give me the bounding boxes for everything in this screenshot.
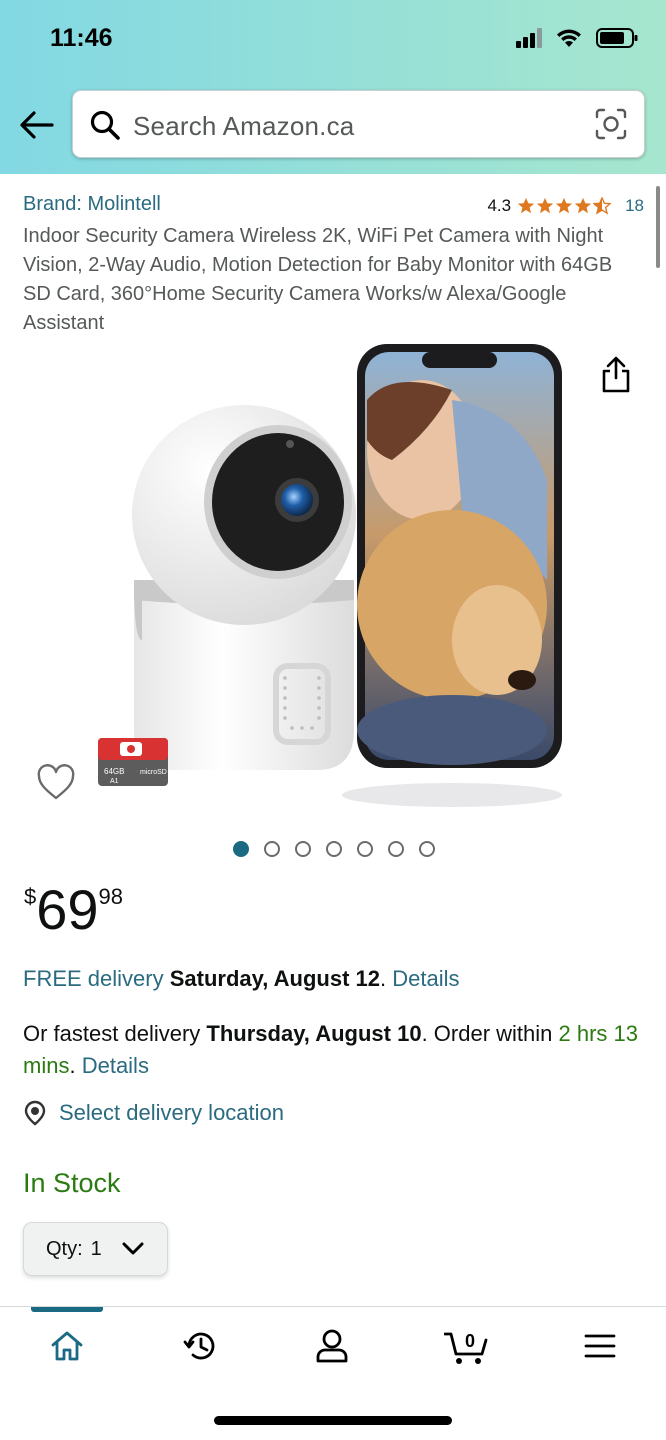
stock-status: In Stock	[23, 1168, 121, 1198]
battery-icon	[596, 28, 638, 48]
price-whole: 69	[36, 878, 99, 941]
status-icons	[516, 28, 638, 48]
status-time: 11:46	[50, 24, 113, 52]
signal-icon	[516, 28, 542, 48]
order-within-text: . Order within	[421, 1021, 553, 1046]
menu-icon	[584, 1334, 616, 1358]
scrollbar[interactable]	[656, 186, 660, 268]
header: 11:46 Search Amazon.ca	[0, 0, 666, 174]
select-location-link[interactable]: Select delivery location	[23, 1100, 284, 1126]
search-input[interactable]: Search Amazon.ca	[72, 90, 645, 158]
fastest-delivery-period: .	[69, 1053, 76, 1078]
search-icon	[90, 110, 120, 140]
account-icon	[316, 1329, 348, 1363]
nav-active-indicator	[31, 1307, 103, 1312]
nav-home[interactable]	[47, 1326, 87, 1366]
nav-cart[interactable]: 0	[444, 1326, 490, 1366]
heart-icon[interactable]	[36, 764, 76, 802]
pagination-dot[interactable]	[388, 841, 404, 857]
search-placeholder: Search Amazon.ca	[133, 111, 355, 141]
quantity-label: Qty:	[46, 1237, 83, 1260]
nav-history[interactable]	[181, 1326, 221, 1366]
nav-menu[interactable]	[580, 1326, 620, 1366]
camera-search-icon[interactable]	[594, 107, 628, 141]
share-icon[interactable]	[600, 356, 632, 394]
fastest-details-link[interactable]: Details	[82, 1053, 149, 1078]
cart-icon: 0	[444, 1331, 488, 1364]
select-location-label: Select delivery location	[59, 1100, 285, 1125]
nav-account[interactable]	[312, 1326, 352, 1366]
sd-card-capacity: 64GB	[104, 767, 124, 776]
pagination-dot[interactable]	[326, 841, 342, 857]
sd-card-type: microSD	[140, 769, 167, 776]
home-icon	[51, 1331, 83, 1361]
pagination-dot[interactable]	[264, 841, 280, 857]
fastest-delivery-date: Thursday, August 10	[206, 1021, 422, 1046]
star-icon	[555, 197, 573, 214]
pagination-dot[interactable]	[419, 841, 435, 857]
rating-value: 4.3	[487, 196, 512, 215]
rating[interactable]: 4.3 18	[487, 196, 644, 216]
pagination-dot-active[interactable]	[233, 841, 249, 857]
half-star-icon	[593, 197, 612, 215]
price-fraction: 98	[98, 884, 124, 909]
fastest-delivery-prefix: Or fastest delivery	[23, 1021, 201, 1046]
price-symbol: $	[24, 884, 37, 909]
pagination-dot[interactable]	[357, 841, 373, 857]
pagination-dot[interactable]	[295, 841, 311, 857]
chevron-down-icon	[122, 1242, 144, 1255]
brand-link[interactable]: Brand: Molintell	[23, 193, 161, 216]
star-rating	[517, 197, 612, 215]
free-delivery-prefix: FREE delivery	[23, 966, 164, 991]
product-image[interactable]: 64GB microSD A1	[92, 340, 572, 810]
cart-count: 0	[465, 1331, 475, 1351]
rating-count: 18	[625, 196, 644, 215]
delivery-details-link[interactable]: Details	[392, 966, 459, 991]
quantity-dropdown[interactable]: Qty: 1	[23, 1222, 168, 1276]
star-icon	[536, 197, 554, 214]
price: $ 69 98	[24, 878, 123, 942]
location-pin-icon	[24, 1100, 46, 1126]
free-delivery-period: .	[380, 966, 387, 991]
home-indicator	[214, 1416, 452, 1425]
fastest-delivery-line: Or fastest delivery Thursday, August 10.…	[23, 1018, 643, 1082]
sd-card-class: A1	[110, 778, 119, 785]
product-title: Indoor Security Camera Wireless 2K, WiFi…	[23, 225, 613, 334]
history-icon	[183, 1332, 215, 1360]
back-arrow-icon[interactable]	[18, 108, 56, 142]
wifi-icon	[557, 29, 581, 47]
quantity-value: 1	[90, 1237, 102, 1260]
free-delivery-date: Saturday, August 12	[169, 966, 380, 991]
image-pagination	[233, 841, 435, 857]
star-icon	[574, 197, 592, 214]
star-icon	[517, 197, 535, 214]
free-delivery-line: FREE delivery Saturday, August 12. Detai…	[23, 966, 460, 992]
